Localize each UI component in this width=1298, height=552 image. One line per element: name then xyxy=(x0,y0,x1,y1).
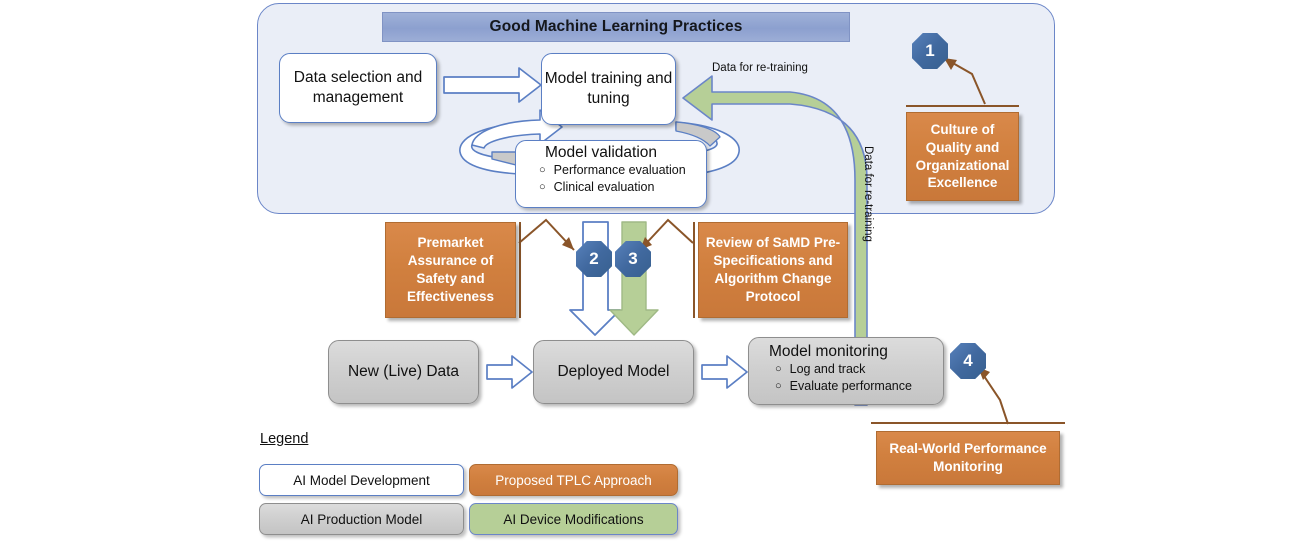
label-data-for-retraining-vertical: Data for re-training xyxy=(862,146,874,242)
box-culture-label: Culture of Quality and Organizational Ex… xyxy=(915,121,1010,191)
bullet-circle-icon: ○ xyxy=(775,379,782,392)
callout-bar-culture xyxy=(906,105,1019,107)
callout-bar-premarket xyxy=(519,222,521,318)
model-monitoring-bullet: ○ Log and track xyxy=(775,361,937,378)
model-validation-bullet: ○ Performance evaluation xyxy=(539,162,700,179)
legend-item-ai-model-development: AI Model Development xyxy=(259,464,464,496)
box-samd-review-label: Review of SaMD Pre-Specifications and Al… xyxy=(705,235,841,304)
arrow-down-green xyxy=(609,221,659,336)
callout-badge-4-label: 4 xyxy=(963,351,973,370)
legend-label: AI Production Model xyxy=(300,511,423,527)
legend-item-proposed-tplc-approach: Proposed TPLC Approach xyxy=(469,464,678,496)
model-monitoring-bullet: ○ Evaluate performance xyxy=(775,378,937,395)
callout-badge-1-label: 1 xyxy=(925,41,935,60)
callout-badge-3-label: 3 xyxy=(628,249,638,268)
legend-item-ai-production-model: AI Production Model xyxy=(259,503,464,535)
legend-label: AI Model Development xyxy=(293,472,430,488)
box-model-training-label: Model training and tuning xyxy=(544,70,673,107)
callout-badge-2-label: 2 xyxy=(589,249,599,268)
connector-rwpm-to-badge4 xyxy=(977,366,1009,425)
legend-label: Proposed TPLC Approach xyxy=(495,472,652,488)
model-validation-bullet: ○ Clinical evaluation xyxy=(539,179,700,196)
box-model-validation[interactable]: Model validation ○ Performance evaluatio… xyxy=(515,140,707,208)
legend-label: AI Device Modifications xyxy=(503,511,644,527)
bullet-circle-icon: ○ xyxy=(539,164,546,177)
connector-premarket-to-badge2 xyxy=(518,218,575,251)
arrow-deployed-to-monitoring xyxy=(701,355,748,389)
box-deployed-model-label: Deployed Model xyxy=(557,363,670,381)
connector-samd-to-badge3 xyxy=(639,218,694,251)
model-validation-bullet-label: Performance evaluation xyxy=(553,163,686,178)
callout-badge-1[interactable]: 1 xyxy=(912,33,948,69)
callout-badge-3[interactable]: 3 xyxy=(615,241,651,277)
box-samd-review[interactable]: Review of SaMD Pre-Specifications and Al… xyxy=(698,222,848,318)
box-data-selection-label: Data selection and management xyxy=(293,69,423,106)
arrow-down-white xyxy=(569,221,621,336)
box-model-monitoring[interactable]: Model monitoring ○ Log and track ○ Evalu… xyxy=(748,337,944,405)
arrow-newdata-to-deployed xyxy=(486,355,533,389)
legend-title: Legend xyxy=(260,431,309,447)
callout-badge-4[interactable]: 4 xyxy=(950,343,986,379)
box-premarket-assurance[interactable]: Premarket Assurance of Safety and Effect… xyxy=(385,222,516,318)
box-data-selection-and-management[interactable]: Data selection and management xyxy=(279,53,437,123)
model-monitoring-bullet-label: Log and track xyxy=(789,362,866,377)
gmlp-title-banner: Good Machine Learning Practices xyxy=(382,12,850,42)
callout-badge-2[interactable]: 2 xyxy=(576,241,612,277)
callout-bar-real-world xyxy=(871,422,1065,424)
label-data-for-retraining-horizontal: Data for re-training xyxy=(712,62,808,74)
box-new-live-data-label: New (Live) Data xyxy=(347,363,460,381)
legend-item-ai-device-modifications: AI Device Modifications xyxy=(469,503,678,535)
bullet-circle-icon: ○ xyxy=(775,363,782,376)
model-monitoring-title: Model monitoring xyxy=(769,343,888,360)
model-validation-title: Model validation xyxy=(545,144,658,161)
box-new-live-data[interactable]: New (Live) Data xyxy=(328,340,479,404)
model-monitoring-bullet-label: Evaluate performance xyxy=(789,378,912,393)
diagram-canvas: Good Machine Learning Practices Data for… xyxy=(0,0,1298,552)
model-validation-bullet-label: Clinical evaluation xyxy=(553,180,655,195)
box-premarket-label: Premarket Assurance of Safety and Effect… xyxy=(406,235,495,304)
bullet-circle-icon: ○ xyxy=(539,181,546,194)
box-culture-of-quality[interactable]: Culture of Quality and Organizational Ex… xyxy=(906,112,1019,201)
box-real-world-performance-monitoring[interactable]: Real-World Performance Monitoring xyxy=(876,431,1060,485)
gmlp-title-text: Good Machine Learning Practices xyxy=(489,18,743,35)
box-model-training-and-tuning[interactable]: Model training and tuning xyxy=(541,53,676,125)
box-real-world-label: Real-World Performance Monitoring xyxy=(889,441,1047,474)
box-deployed-model[interactable]: Deployed Model xyxy=(533,340,694,404)
callout-bar-samd xyxy=(693,222,695,318)
